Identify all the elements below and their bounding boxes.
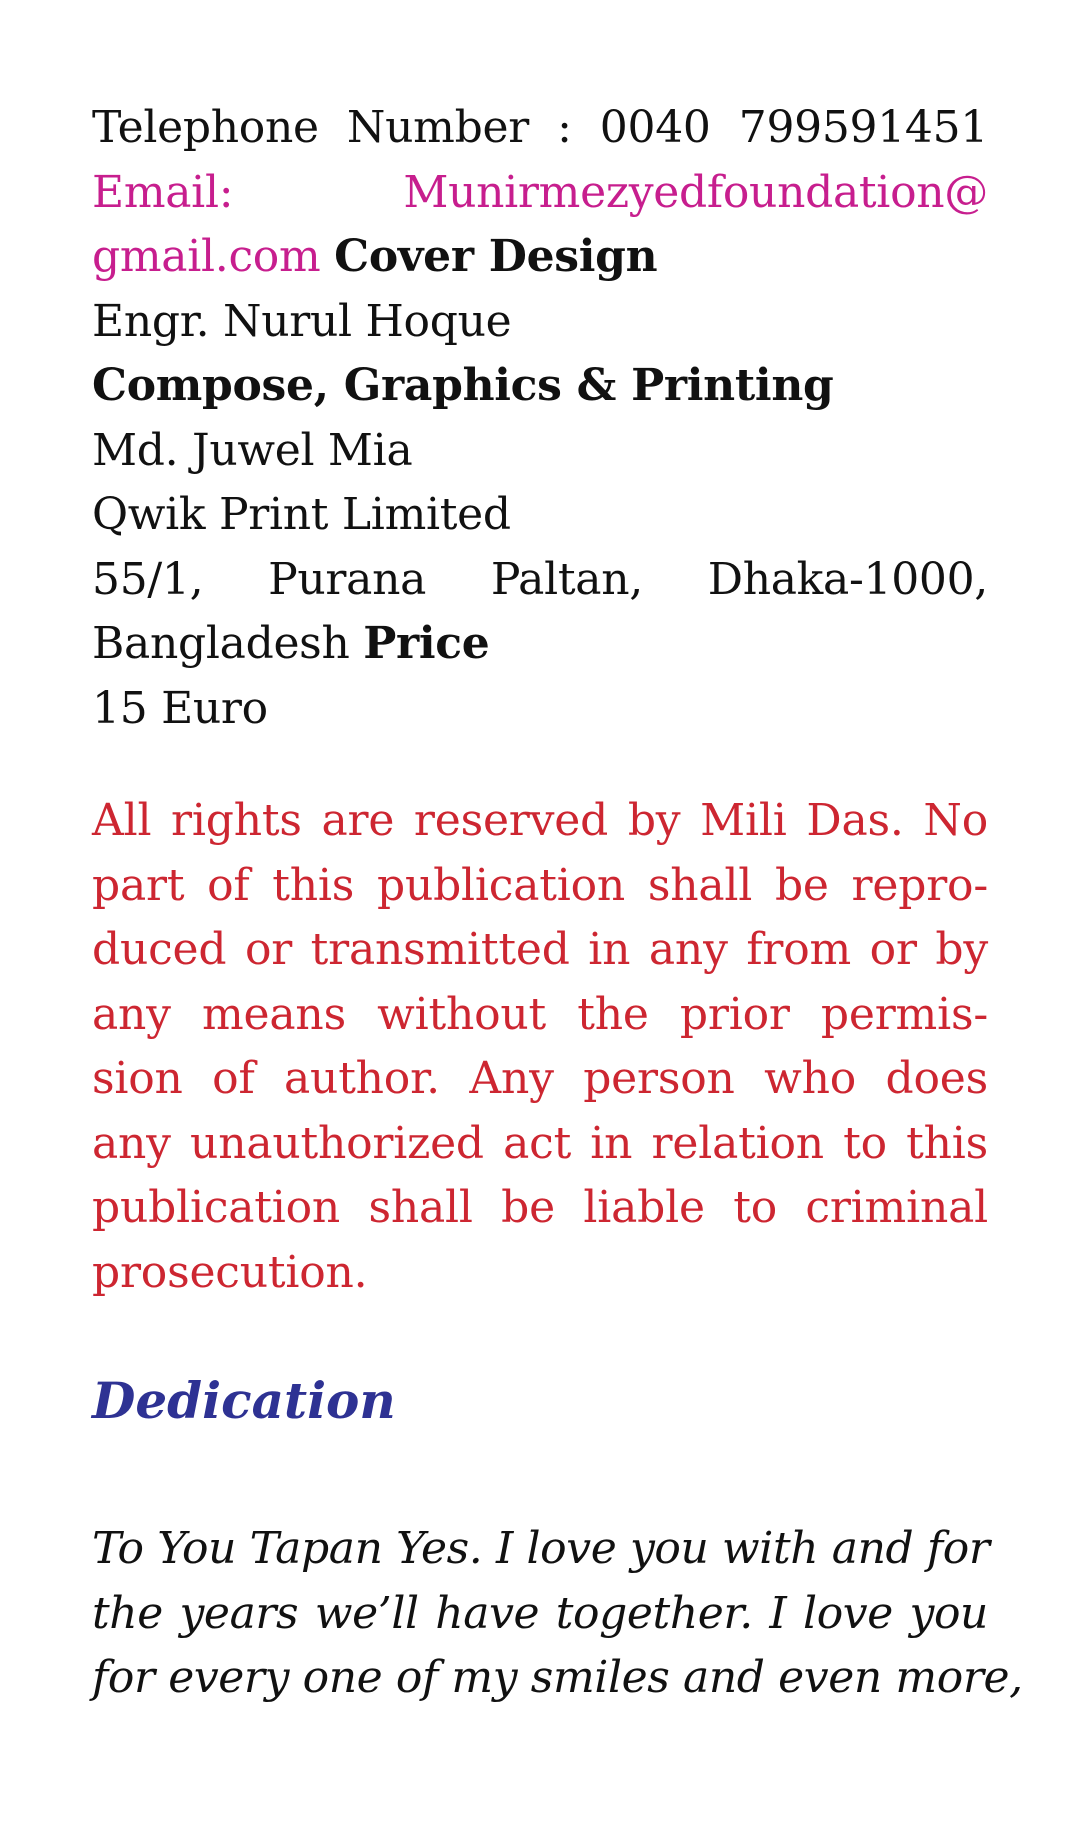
- dedication-line: To You Tapan Yes. I love you with and fo…: [92, 1523, 990, 1574]
- rights-line: prosecution.: [92, 1246, 368, 1298]
- compose-heading: Compose, Graphics & Printing: [92, 360, 834, 411]
- price-value: 15 Euro: [92, 682, 268, 734]
- rights-line: publication shall be liable to criminal: [92, 1182, 988, 1233]
- dedication-title: Dedication: [92, 1371, 396, 1430]
- telephone-line: Telephone Number : 0040 799591451: [92, 102, 988, 153]
- rights-line: part of this publication shall be repro-: [92, 859, 988, 911]
- cover-design-heading: Cover Design: [334, 231, 658, 282]
- dedication-body: To You Tapan Yes. I love you with and fo…: [92, 1517, 1023, 1711]
- rights-notice: All rights are reserved by Mili Das. No …: [92, 789, 988, 1305]
- book-page: Telephone Number : 0040 799591451 Email:…: [92, 96, 1023, 1711]
- address-price-line: Bangladesh Price: [92, 612, 988, 677]
- rights-line: any unauthorized act in relation to this: [92, 1117, 988, 1169]
- email-label: Email:: [92, 166, 234, 218]
- email-address-part1: Munirmezyedfoundation@: [403, 166, 988, 218]
- rights-line: sion of author. Any person who does: [92, 1053, 988, 1104]
- dedication-line: for every one of my smiles and even more…: [92, 1652, 1023, 1703]
- composer-name: Md. Juwel Mia: [92, 424, 413, 476]
- price-heading: Price: [363, 618, 490, 669]
- address-line-1: 55/1, Purana Paltan, Dhaka-1000,: [92, 553, 988, 605]
- email-line: Email: Munirmezyedfoundation@: [92, 161, 988, 226]
- address-line-2: Bangladesh: [92, 618, 350, 669]
- cover-designer: Engr. Nurul Hoque: [92, 295, 512, 347]
- rights-line: All rights are reserved by Mili Das. No: [92, 795, 988, 846]
- rights-line: any means without the prior permis-: [92, 988, 988, 1040]
- imprint-section: Telephone Number : 0040 799591451 Email:…: [92, 96, 988, 741]
- dedication-line: the years we’ll have together. I love yo…: [92, 1587, 988, 1639]
- email-address-part2: gmail.com: [92, 231, 321, 282]
- printer-name: Qwik Print Limited: [92, 489, 511, 540]
- email-and-cover-line: gmail.com Cover Design: [92, 225, 988, 290]
- rights-line: duced or transmitted in any from or by: [92, 924, 988, 975]
